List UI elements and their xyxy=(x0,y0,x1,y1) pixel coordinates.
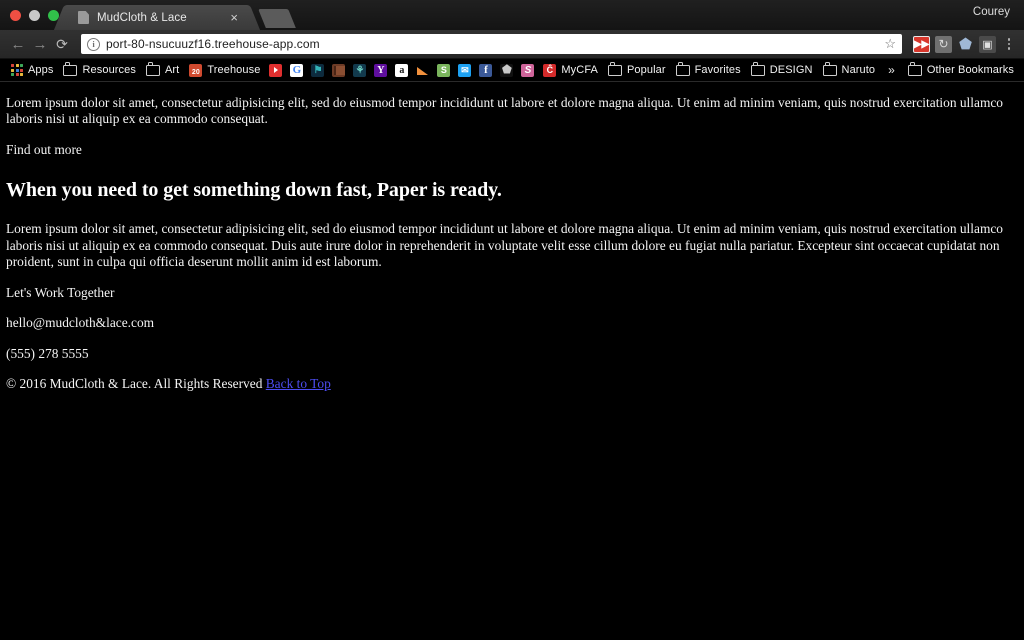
bookmark-book[interactable] xyxy=(328,61,349,79)
folder-icon xyxy=(63,62,78,76)
facebook-icon: f xyxy=(479,63,493,77)
bookmark-mycfa[interactable]: Ĉ MyCFA xyxy=(538,61,603,79)
bookmark-apps[interactable]: Apps xyxy=(6,61,58,79)
bookmark-favorites[interactable]: Favorites xyxy=(671,61,746,79)
browser-tab-active[interactable]: MudCloth & Lace × xyxy=(68,5,246,30)
body-paragraph: Lorem ipsum dolor sit amet, consectetur … xyxy=(6,221,1004,270)
apps-grid-icon xyxy=(11,64,23,76)
book-icon xyxy=(332,63,346,77)
bookmarks-overflow-icon[interactable]: » xyxy=(880,63,903,77)
close-icon[interactable]: × xyxy=(228,11,240,24)
back-to-top-link[interactable]: Back to Top xyxy=(266,376,331,391)
bookmark-shopify[interactable]: S xyxy=(433,61,454,79)
bookmark-star-icon[interactable]: ☆ xyxy=(884,36,896,52)
forward-icon[interactable]: → xyxy=(29,33,51,55)
bookmarks-bar: Apps Resources Art Treehouse G ⚑ ⚘ xyxy=(0,59,1024,82)
other-bookmarks-folder[interactable]: Other Bookmarks xyxy=(903,61,1019,79)
bookmark-resources[interactable]: Resources xyxy=(58,61,140,79)
shield-icon: ⬟ xyxy=(500,63,514,77)
tab-title: MudCloth & Lace xyxy=(97,11,187,24)
bookmark-facebook[interactable]: f xyxy=(475,61,496,79)
sass-icon: S xyxy=(521,63,535,77)
yahoo-icon: Y xyxy=(374,63,388,77)
folder-icon xyxy=(907,62,922,76)
chart-icon xyxy=(416,63,430,77)
bookmark-label: Popular xyxy=(626,64,666,76)
shopify-icon: S xyxy=(437,63,451,77)
folder-icon xyxy=(675,62,690,76)
lets-work-together-heading: Let's Work Together xyxy=(6,284,115,300)
bookmark-analytics[interactable] xyxy=(412,61,433,79)
page-content: Lorem ipsum dolor sit amet, consectetur … xyxy=(0,82,1024,640)
youtube-icon xyxy=(269,63,283,77)
bookmark-label: DESIGN xyxy=(769,64,813,76)
other-bookmarks-label: Other Bookmarks xyxy=(926,64,1014,76)
page-icon xyxy=(78,11,89,24)
bookmark-art[interactable]: Art xyxy=(141,61,184,79)
bookmark-google[interactable]: G xyxy=(286,61,307,79)
mycfa-icon: Ĉ xyxy=(543,63,557,77)
find-out-more-link[interactable]: Find out more xyxy=(6,142,1016,158)
browser-window: MudCloth & Lace × Courey ← → ⟳ i port-80… xyxy=(0,0,1024,640)
folder-icon xyxy=(750,62,765,76)
security-shield-extension-icon[interactable]: ⬟ xyxy=(957,36,974,53)
reload-icon[interactable]: ⟳ xyxy=(51,33,73,55)
site-info-icon[interactable]: i xyxy=(87,37,100,51)
plant-icon: ⚘ xyxy=(353,63,367,77)
bookmark-label: Apps xyxy=(28,64,54,76)
profile-name[interactable]: Courey xyxy=(973,6,1010,18)
sync-extension-icon[interactable]: ↻ xyxy=(935,35,952,53)
browser-toolbar: ← → ⟳ i port-80-nsucuuzf16.treehouse-app… xyxy=(0,30,1024,59)
minimize-window-button[interactable] xyxy=(29,10,40,21)
bookmark-label: Treehouse xyxy=(207,64,261,76)
tab-strip: MudCloth & Lace × Courey xyxy=(0,0,1024,30)
twitter-icon: ✉ xyxy=(458,63,472,77)
contact-phone[interactable]: (555) 278 5555 xyxy=(6,346,1016,362)
copyright-text: © 2016 MudCloth & Lace. All Rights Reser… xyxy=(6,376,266,392)
folder-icon xyxy=(607,62,622,76)
back-icon[interactable]: ← xyxy=(7,33,29,55)
bookmark-label: MyCFA xyxy=(561,64,598,76)
bookmark-plant[interactable]: ⚘ xyxy=(349,61,370,79)
bookmark-naruto[interactable]: Naruto xyxy=(818,61,881,79)
url-text[interactable]: port-80-nsucuuzf16.treehouse-app.com xyxy=(106,37,880,51)
bookmark-treehouse[interactable]: Treehouse xyxy=(184,61,265,79)
folder-icon xyxy=(822,62,837,76)
pocket-extension-icon[interactable]: ▣ xyxy=(979,35,996,53)
amazon-icon: a xyxy=(395,63,409,77)
bookmark-label: Resources xyxy=(82,64,136,76)
bookmark-label: Naruto xyxy=(841,64,876,76)
bookmark-label: Art xyxy=(164,64,180,76)
bookmark-sass[interactable]: S xyxy=(517,61,538,79)
contact-email[interactable]: hello@mudcloth&lace.com xyxy=(6,315,1016,331)
browser-menu-icon[interactable] xyxy=(1001,34,1017,54)
bookmark-teal-site[interactable]: ⚑ xyxy=(307,61,328,79)
new-tab-button[interactable] xyxy=(258,9,296,28)
bookmark-twitter[interactable]: ✉ xyxy=(454,61,475,79)
bookmark-youtube[interactable] xyxy=(265,61,286,79)
bookmark-teal-icon: ⚑ xyxy=(311,63,325,77)
treehouse-icon xyxy=(189,63,203,77)
bookmark-amazon[interactable]: a xyxy=(391,61,412,79)
address-bar[interactable]: i port-80-nsucuuzf16.treehouse-app.com ☆ xyxy=(81,34,902,54)
bookmark-label: Favorites xyxy=(694,64,741,76)
folder-icon xyxy=(145,62,160,76)
intro-paragraph: Lorem ipsum dolor sit amet, consectetur … xyxy=(6,95,1004,127)
bookmark-shield[interactable]: ⬟ xyxy=(496,61,517,79)
bookmark-popular[interactable]: Popular xyxy=(603,61,671,79)
adblock-extension-icon[interactable]: ▶▶ xyxy=(913,35,930,53)
close-window-button[interactable] xyxy=(10,10,21,21)
footer-copyright: © 2016 MudCloth & Lace. All Rights Reser… xyxy=(6,376,1016,392)
google-icon: G xyxy=(290,63,304,77)
bookmark-yahoo[interactable]: Y xyxy=(370,61,391,79)
page-heading: When you need to get something down fast… xyxy=(6,179,502,202)
bookmark-design[interactable]: DESIGN xyxy=(746,61,818,79)
